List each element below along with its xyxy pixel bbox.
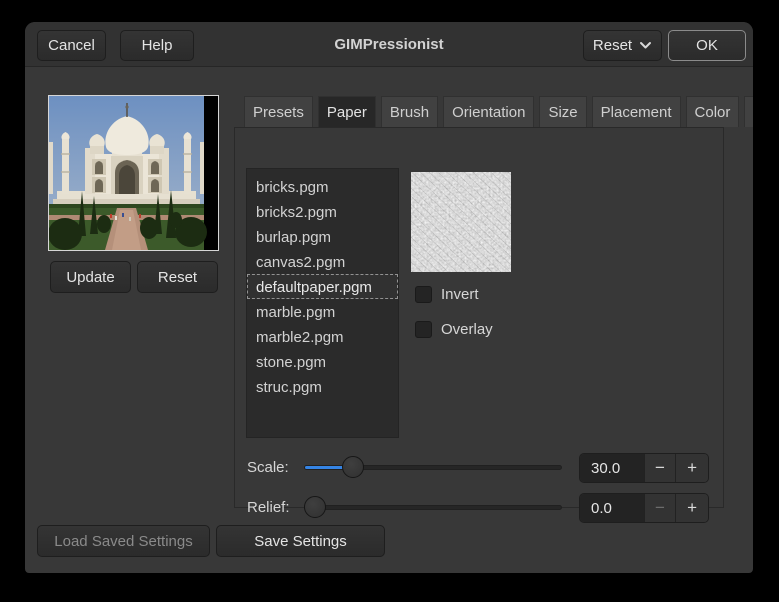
tab-presets[interactable]: Presets [244, 96, 313, 127]
reset-preview-button[interactable]: Reset [137, 261, 218, 293]
tab-placement[interactable]: Placement [592, 96, 681, 127]
relief-label: Relief: [247, 499, 290, 516]
relief-spinbutton: 0.0 − + [579, 493, 709, 523]
relief-slider-track[interactable] [304, 505, 562, 510]
tab-paper[interactable]: Paper [318, 96, 376, 127]
scale-slider-handle[interactable] [342, 456, 364, 478]
invert-option: Invert [415, 286, 479, 303]
overlay-option: Overlay [415, 321, 493, 338]
taj-mahal-illustration [49, 96, 218, 250]
load-saved-settings-button[interactable]: Load Saved Settings [37, 525, 210, 557]
relief-decrement-button[interactable]: − [644, 494, 676, 522]
chevron-down-icon [639, 37, 652, 54]
ok-button[interactable]: OK [668, 30, 746, 61]
paper-list-item[interactable]: marble2.pgm [247, 324, 398, 349]
paper-tab-panel: bricks.pgm bricks2.pgm burlap.pgm canvas… [234, 127, 724, 508]
scale-spinbutton: 30.0 − + [579, 453, 709, 483]
scale-value-input[interactable]: 30.0 [580, 454, 644, 482]
tab-size[interactable]: Size [539, 96, 586, 127]
invert-label: Invert [441, 286, 479, 303]
overlay-checkbox[interactable] [415, 321, 432, 338]
paper-list-item[interactable]: burlap.pgm [247, 224, 398, 249]
reset-menu-button[interactable]: Reset [583, 30, 662, 61]
cancel-button[interactable]: Cancel [37, 30, 106, 61]
gimpressionist-dialog: GIMPressionist Cancel Help Reset OK [25, 22, 753, 573]
preview-image [48, 95, 219, 251]
relief-value-input[interactable]: 0.0 [580, 494, 644, 522]
tab-general[interactable]: General [744, 96, 753, 127]
paper-list: bricks.pgm bricks2.pgm burlap.pgm canvas… [246, 168, 399, 438]
paper-list-item[interactable]: bricks.pgm [247, 174, 398, 199]
paper-list-item[interactable]: canvas2.pgm [247, 249, 398, 274]
scale-increment-button[interactable]: + [675, 454, 708, 482]
relief-slider-handle[interactable] [304, 496, 326, 518]
update-preview-button[interactable]: Update [50, 261, 131, 293]
paper-list-item[interactable]: struc.pgm [247, 374, 398, 399]
help-button[interactable]: Help [120, 30, 194, 61]
invert-checkbox[interactable] [415, 286, 432, 303]
tab-brush[interactable]: Brush [381, 96, 438, 127]
save-settings-button[interactable]: Save Settings [216, 525, 385, 557]
desktop-background: GIMPressionist Cancel Help Reset OK [0, 0, 779, 602]
tab-bar: Presets Paper Brush Orientation Size Pla… [234, 96, 724, 127]
paper-list-item-selected[interactable]: defaultpaper.pgm [247, 274, 398, 299]
settings-notebook: Presets Paper Brush Orientation Size Pla… [234, 96, 724, 508]
paper-list-item[interactable]: stone.pgm [247, 349, 398, 374]
paper-list-item[interactable]: bricks2.pgm [247, 199, 398, 224]
relief-increment-button[interactable]: + [675, 494, 708, 522]
scale-label: Scale: [247, 459, 289, 476]
paper-list-item[interactable]: marble.pgm [247, 299, 398, 324]
tab-color[interactable]: Color [686, 96, 740, 127]
scale-decrement-button[interactable]: − [644, 454, 676, 482]
headerbar: GIMPressionist Cancel Help Reset OK [25, 22, 753, 67]
overlay-label: Overlay [441, 321, 493, 338]
paper-texture-thumbnail [411, 172, 511, 272]
tab-orientation[interactable]: Orientation [443, 96, 534, 127]
